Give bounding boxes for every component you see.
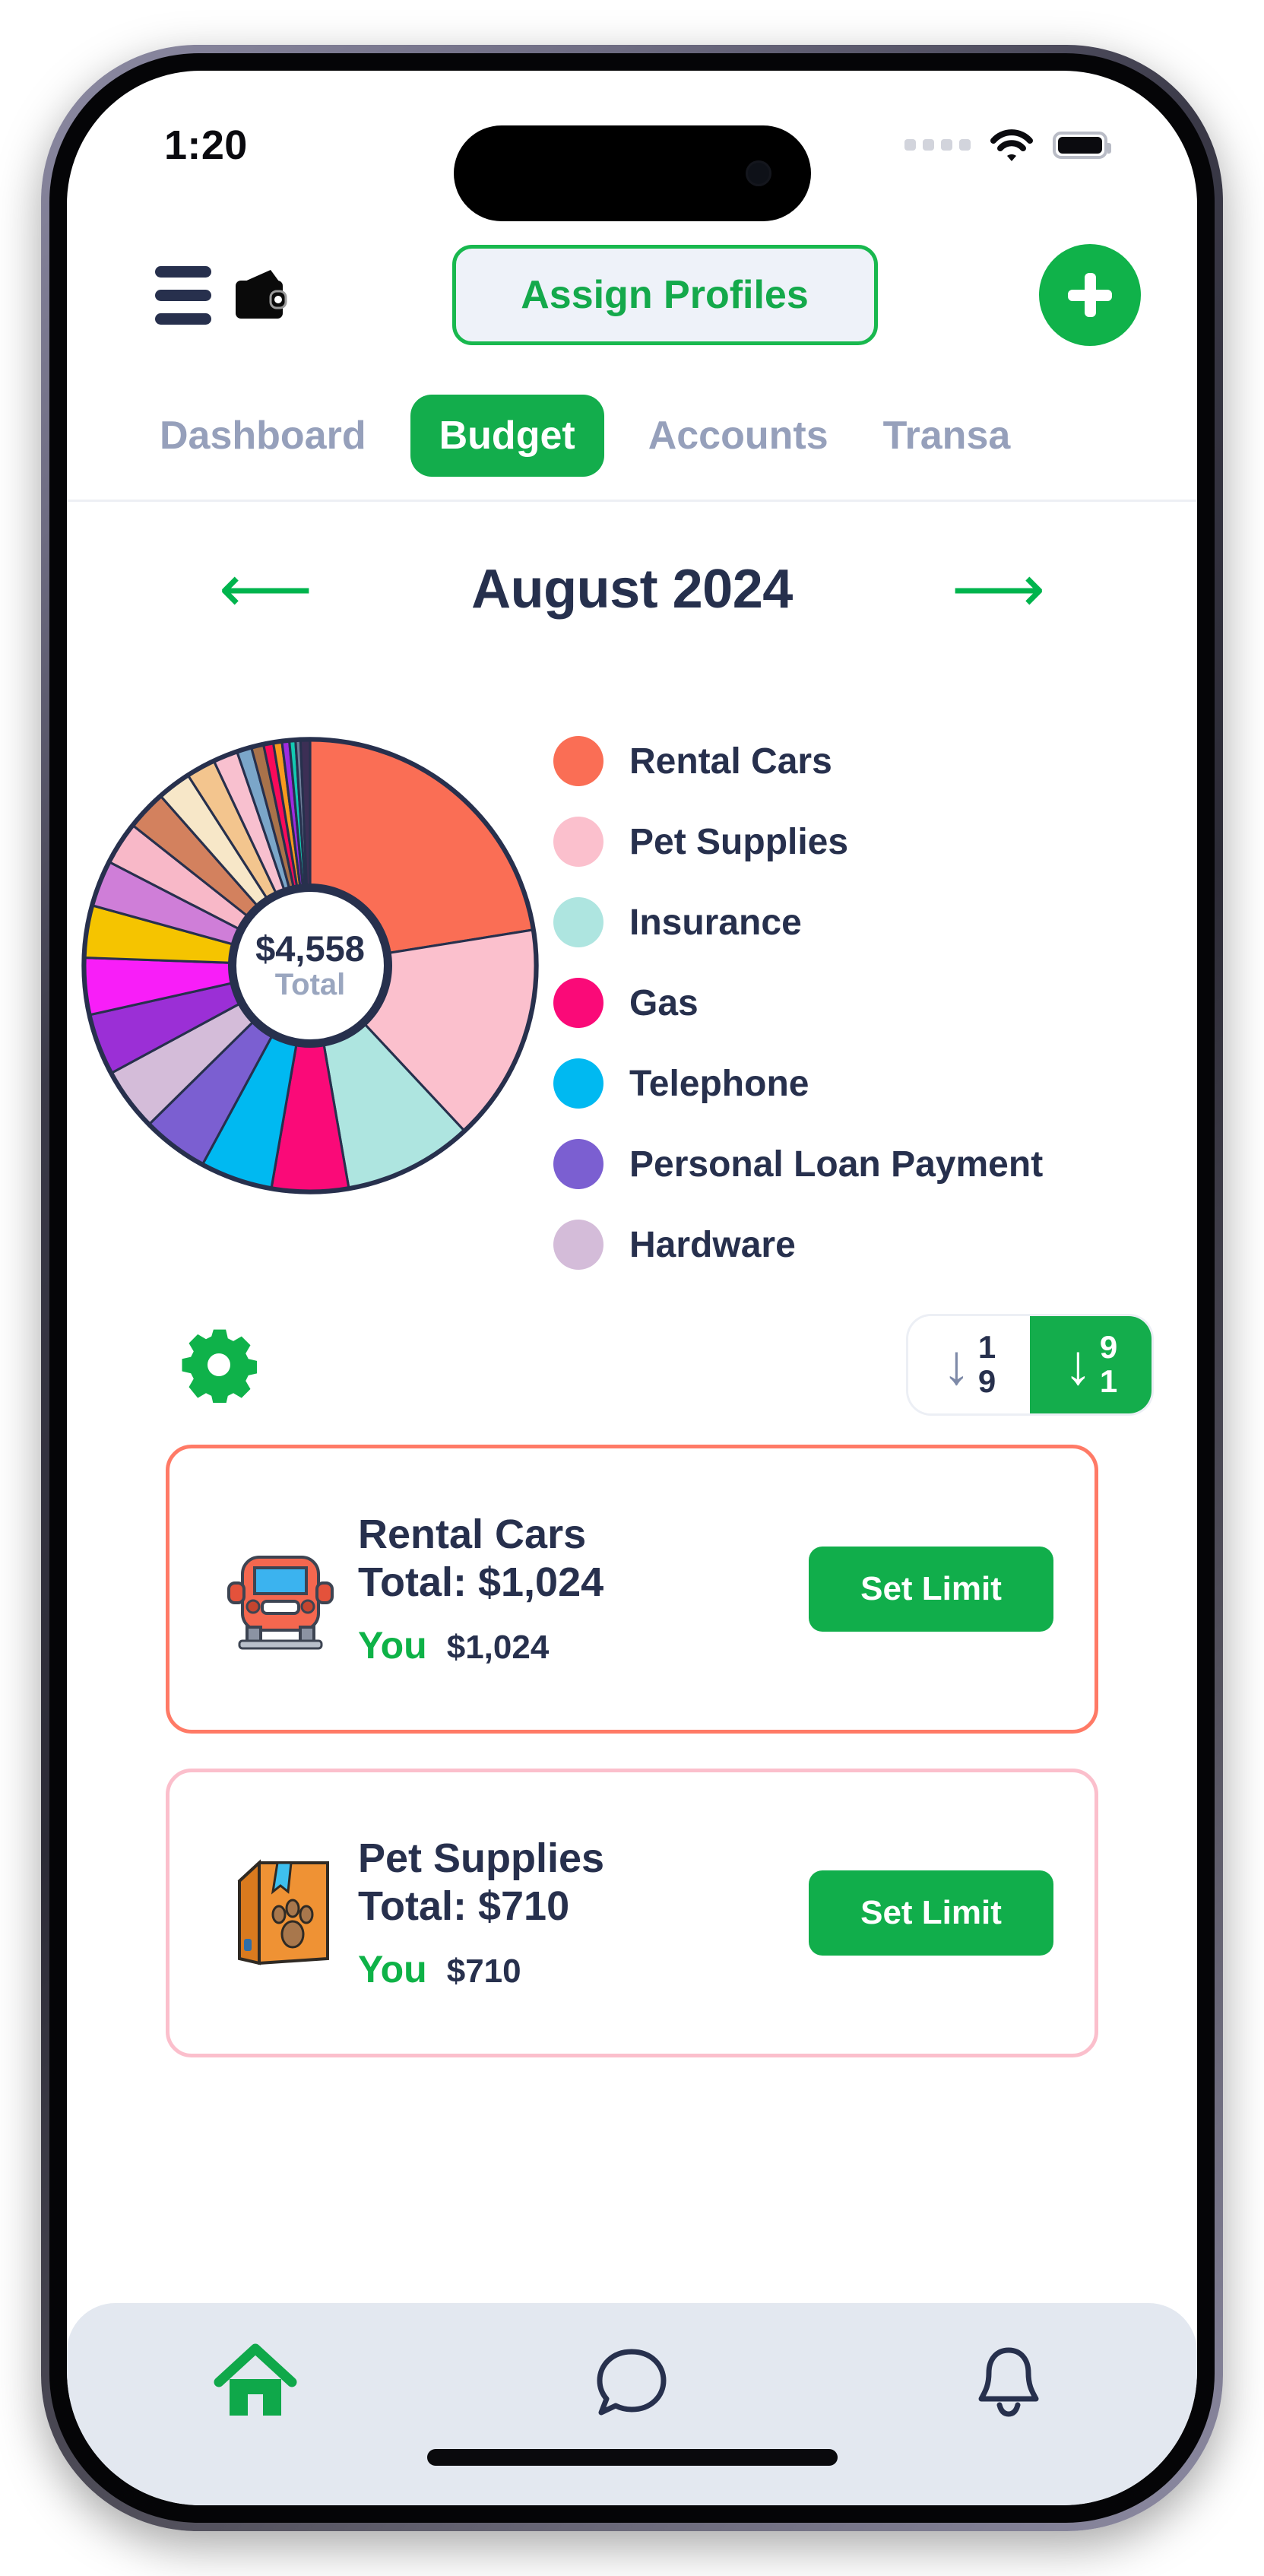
set-limit-button[interactable]: Set Limit <box>809 1870 1053 1956</box>
arrow-left-icon[interactable]: ⟵ <box>219 557 312 622</box>
budget-chart-section: $4,558 Total Rental Cars Pet Supplies In… <box>67 677 1197 1285</box>
car-icon <box>212 1521 349 1658</box>
sort-top-value: 1 <box>977 1329 996 1366</box>
arrow-down-icon: ↓ <box>1063 1333 1092 1397</box>
phone-frame: 1:20 Assign Profiles Dashboard Budget Ac… <box>41 45 1223 2531</box>
budget-card-total: Total: $1,024 <box>358 1559 604 1605</box>
legend-item[interactable]: Gas <box>553 963 1197 1043</box>
status-bar-clock: 1:20 <box>164 122 248 168</box>
budget-card-you-row: You $710 <box>358 1947 809 1991</box>
tab-dashboard[interactable]: Dashboard <box>132 413 394 458</box>
legend-color-dot <box>553 1220 603 1270</box>
arrow-right-icon[interactable]: ⟶ <box>952 557 1045 622</box>
app-header: Assign Profiles <box>67 219 1197 371</box>
assign-profiles-button[interactable]: Assign Profiles <box>451 245 878 345</box>
sort-ascending-button[interactable]: ↓ 1 9 <box>908 1316 1030 1413</box>
screenshot-stage: 1:20 Assign Profiles Dashboard Budget Ac… <box>0 0 1264 2576</box>
signal-dots-icon <box>904 139 971 151</box>
sort-toggle-group: ↓ 1 9 ↓ 9 1 <box>908 1316 1152 1413</box>
legend-color-dot <box>553 1139 603 1189</box>
legend-label: Pet Supplies <box>629 821 849 862</box>
donut-center: $4,558 Total <box>228 884 392 1048</box>
legend-color-dot <box>553 736 603 786</box>
tab-transactions[interactable]: Transa <box>856 413 1038 458</box>
gear-icon[interactable] <box>181 1327 258 1405</box>
tab-accounts[interactable]: Accounts <box>621 413 856 458</box>
wallet-icon[interactable] <box>231 268 290 322</box>
phone-screen: 1:20 Assign Profiles Dashboard Budget Ac… <box>67 71 1197 2505</box>
dynamic-island <box>453 125 811 221</box>
bell-icon[interactable] <box>966 2340 1051 2425</box>
sort-descending-button[interactable]: ↓ 9 1 <box>1030 1316 1152 1413</box>
tab-budget[interactable]: Budget <box>410 394 604 477</box>
budget-card-you-label: You <box>358 1623 427 1667</box>
status-bar-indicators <box>904 128 1111 161</box>
legend-color-dot <box>553 817 603 867</box>
budget-card-you-row: You $1,024 <box>358 1623 809 1667</box>
arrow-down-icon: ↓ <box>942 1333 971 1397</box>
donut-total-amount: $4,558 <box>255 928 365 969</box>
hamburger-menu-icon[interactable] <box>155 265 211 325</box>
legend-item[interactable]: Insurance <box>553 882 1197 963</box>
budget-card[interactable]: Pet Supplies Total: $710 You $710 Set Li… <box>166 1769 1098 2057</box>
legend-label: Gas <box>629 982 699 1023</box>
tab-bar: Dashboard Budget Accounts Transa <box>67 371 1197 502</box>
budget-card-title: Rental Cars <box>358 1512 587 1558</box>
chart-legend: Rental Cars Pet Supplies Insurance Gas T… <box>553 707 1197 1285</box>
chat-icon[interactable] <box>589 2340 674 2425</box>
sort-order-labels: 1 9 <box>978 1331 996 1398</box>
legend-item[interactable]: Pet Supplies <box>553 801 1197 882</box>
sort-bottom-value: 9 <box>977 1363 996 1399</box>
budget-card-body: Rental Cars Total: $1,024 You $1,024 <box>349 1511 809 1667</box>
legend-item[interactable]: Telephone <box>553 1043 1197 1124</box>
legend-item[interactable]: Personal Loan Payment <box>553 1124 1197 1204</box>
home-icon[interactable] <box>213 2340 298 2425</box>
budget-card-you-label: You <box>358 1947 427 1991</box>
legend-label: Rental Cars <box>629 741 832 782</box>
bottom-navigation <box>67 2303 1197 2505</box>
budget-card-you-amount: $710 <box>446 1952 521 1990</box>
month-navigator: ⟵ August 2024 ⟶ <box>67 502 1197 677</box>
wifi-icon <box>990 128 1033 161</box>
battery-full-icon <box>1053 131 1111 159</box>
legend-label: Telephone <box>629 1063 809 1104</box>
budget-card-you-amount: $1,024 <box>446 1628 550 1666</box>
set-limit-button[interactable]: Set Limit <box>809 1547 1053 1632</box>
donut-total-label: Total <box>274 967 346 1001</box>
sort-order-labels: 9 1 <box>1100 1331 1117 1398</box>
home-indicator[interactable] <box>426 2449 838 2466</box>
month-title: August 2024 <box>471 559 793 620</box>
package-paw-icon <box>212 1845 349 1981</box>
budget-card-total: Total: $710 <box>358 1883 570 1929</box>
legend-label: Personal Loan Payment <box>629 1144 1044 1185</box>
budget-controls: ↓ 1 9 ↓ 9 1 <box>67 1285 1197 1445</box>
donut-chart[interactable]: $4,558 Total <box>67 707 553 1224</box>
legend-color-dot <box>553 1058 603 1109</box>
budget-card-title: Pet Supplies <box>358 1835 605 1882</box>
legend-item[interactable]: Hardware <box>553 1204 1197 1285</box>
budget-card-body: Pet Supplies Total: $710 You $710 <box>349 1835 809 1991</box>
sort-top-value: 9 <box>1099 1329 1118 1366</box>
phone-bezel: 1:20 Assign Profiles Dashboard Budget Ac… <box>49 53 1215 2523</box>
budget-card[interactable]: Rental Cars Total: $1,024 You $1,024 Set… <box>166 1445 1098 1734</box>
sort-bottom-value: 1 <box>1099 1363 1118 1399</box>
legend-item[interactable]: Rental Cars <box>553 721 1197 801</box>
legend-label: Insurance <box>629 902 802 943</box>
legend-label: Hardware <box>629 1224 796 1265</box>
legend-color-dot <box>553 978 603 1028</box>
legend-color-dot <box>553 897 603 947</box>
budget-card-list: Rental Cars Total: $1,024 You $1,024 Set… <box>67 1445 1197 2057</box>
add-button[interactable] <box>1039 244 1141 346</box>
status-bar: 1:20 <box>67 71 1197 221</box>
